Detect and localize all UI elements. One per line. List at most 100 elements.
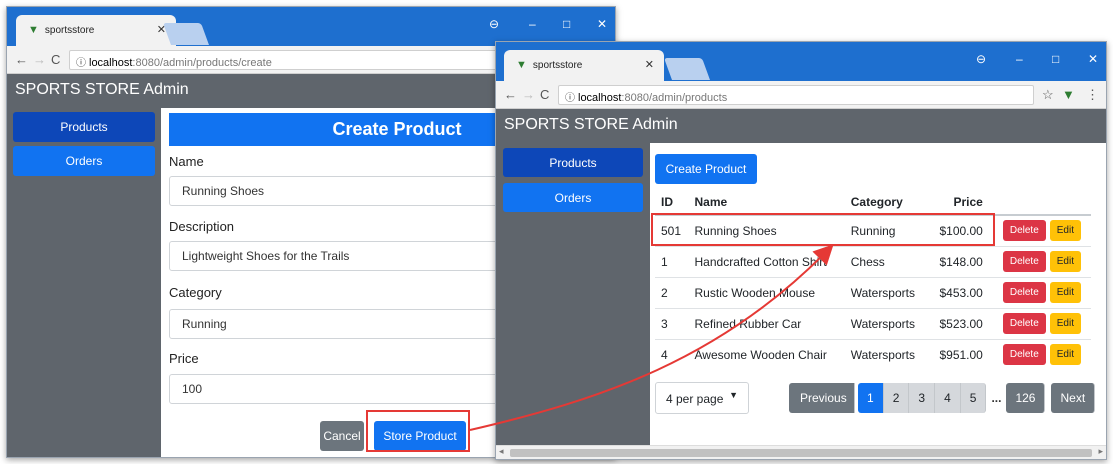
vue-logo-icon: ▼	[516, 59, 527, 71]
cell-actions: Delete Edit	[988, 338, 1091, 370]
back-icon[interactable]: ←	[504, 87, 517, 102]
url-field[interactable]: ⓘ localhost:8080/admin/products	[558, 85, 1034, 105]
tab-close-icon[interactable]: ✕	[645, 58, 654, 71]
description-label: Description	[169, 219, 235, 234]
cell-category: Watersports	[844, 276, 930, 308]
edit-button[interactable]: Edit	[1049, 344, 1081, 366]
page-button-4[interactable]: 4	[935, 383, 961, 413]
cancel-button[interactable]: Cancel	[320, 421, 364, 451]
edit-button[interactable]: Edit	[1049, 282, 1081, 303]
page-button-3[interactable]: 3	[909, 383, 936, 413]
delete-button[interactable]: Delete	[1002, 313, 1046, 334]
url-path: :8080/admin/products	[621, 92, 728, 104]
pagination-ellipsis: ...	[991, 391, 1002, 405]
delete-button[interactable]: Delete	[1002, 251, 1046, 272]
table-row: 1 Handcrafted Cotton Shirt Chess $148.00 Del…	[655, 245, 1091, 277]
page-button-5[interactable]: 5	[960, 383, 987, 413]
cell-id: 2	[655, 276, 689, 308]
table-row: 4 Awesome Wooden Chair Watersports $951.00 D…	[655, 338, 1091, 370]
new-row-highlight	[651, 213, 995, 246]
sidebar-item-label: Orders	[65, 154, 103, 168]
column-header-category: Category	[844, 189, 930, 216]
edit-button[interactable]: Edit	[1049, 313, 1081, 334]
cell-category: Watersports	[844, 307, 930, 339]
cell-actions: Delete Edit	[988, 245, 1091, 277]
delete-button[interactable]: Delete	[1002, 282, 1046, 303]
cell-id: 4	[655, 338, 689, 370]
next-page-button[interactable]: Next	[1051, 383, 1096, 413]
page-button-1[interactable]: 1	[858, 383, 884, 413]
info-icon: ⓘ	[565, 93, 575, 104]
create-product-label: Create Product	[665, 162, 747, 176]
delete-button[interactable]: Delete	[1002, 344, 1046, 366]
maximize-icon[interactable]: □	[1052, 52, 1059, 66]
sidebar-item-label: Products	[60, 120, 108, 134]
app-header: SPORTS STORE Admin	[496, 109, 1106, 143]
url-path: :8080/admin/products/create	[132, 57, 272, 69]
reload-icon[interactable]: C	[540, 87, 549, 102]
cell-name: Rustic Wooden Mouse	[688, 276, 845, 308]
column-header-price: Price	[929, 189, 989, 216]
url-host: localhost	[578, 92, 622, 104]
scroll-right-icon[interactable]: ▸	[1098, 446, 1103, 457]
page-button-2[interactable]: 2	[883, 383, 910, 413]
page-size-value: 4 per page	[666, 392, 724, 406]
minimize-icon[interactable]: –	[1016, 52, 1023, 66]
dropdown-arrow-icon: ▼	[729, 390, 738, 400]
sidebar-item-orders[interactable]: Orders	[503, 183, 643, 212]
delete-button[interactable]: Delete	[1002, 220, 1046, 242]
maximize-icon[interactable]: □	[563, 17, 570, 31]
new-tab-button[interactable]	[162, 23, 210, 45]
previous-page-button[interactable]: Previous	[789, 383, 855, 413]
sidebar-item-label: Products	[549, 156, 597, 170]
edit-button[interactable]: Edit	[1049, 251, 1081, 272]
column-header-name: Name	[688, 189, 845, 216]
sidebar-item-label: Orders	[554, 191, 592, 205]
app-body: Products Orders Create Product ID Name C…	[496, 143, 1106, 445]
bookmark-star-icon[interactable]: ☆	[1042, 87, 1054, 103]
close-window-icon[interactable]: ✕	[597, 17, 607, 31]
column-header-actions	[988, 189, 1091, 216]
new-tab-button[interactable]	[663, 58, 711, 80]
cell-actions: Delete Edit	[988, 276, 1091, 308]
vue-devtools-icon[interactable]: ▼	[1062, 87, 1075, 102]
minimize-icon[interactable]: –	[529, 17, 536, 31]
forward-icon[interactable]: →	[522, 87, 535, 102]
edit-button[interactable]: Edit	[1049, 220, 1081, 242]
browser-tab[interactable]: ▼ sportsstore ✕	[16, 15, 176, 46]
cell-price: $951.00	[929, 338, 989, 370]
cell-price: $453.00	[929, 276, 989, 308]
cell-id: 1	[655, 245, 689, 277]
app-title: SPORTS STORE Admin	[15, 81, 189, 98]
price-label: Price	[169, 351, 199, 366]
account-icon[interactable]: ⊖	[976, 52, 986, 66]
cell-price: $148.00	[929, 245, 989, 277]
cell-category: Chess	[844, 245, 930, 277]
products-panel: Create Product ID Name Category Price 50…	[650, 143, 1106, 445]
browser-tab[interactable]: ▼ sportsstore ✕	[504, 50, 664, 81]
sidebar-item-orders[interactable]: Orders	[13, 146, 155, 176]
address-bar-row: ← → C ⓘ localhost:8080/admin/products ☆ ▼…	[496, 81, 1106, 109]
cell-actions: Delete Edit	[988, 214, 1091, 246]
url-host: localhost	[89, 57, 133, 69]
close-window-icon[interactable]: ✕	[1088, 52, 1098, 66]
title-bar: ▼ sportsstore ✕ ⊖ – □ ✕	[496, 42, 1106, 81]
last-page-button[interactable]: 126	[1006, 383, 1046, 413]
forward-icon[interactable]: →	[33, 52, 46, 67]
cell-id: 3	[655, 307, 689, 339]
cell-name: Awesome Wooden Chair	[688, 338, 845, 370]
table-header-row: ID Name Category Price	[655, 189, 1091, 216]
back-icon[interactable]: ←	[15, 52, 28, 67]
horizontal-scrollbar[interactable]: ◂ ▸	[496, 445, 1106, 459]
menu-icon[interactable]: ⋮	[1086, 87, 1099, 103]
page-size-select[interactable]: 4 per page ▼	[655, 382, 749, 414]
account-icon[interactable]: ⊖	[489, 17, 499, 31]
cell-category: Watersports	[844, 338, 930, 370]
scroll-left-icon[interactable]: ◂	[499, 446, 504, 457]
reload-icon[interactable]: C	[51, 52, 60, 67]
sidebar-item-products[interactable]: Products	[503, 148, 643, 177]
sidebar-item-products[interactable]: Products	[13, 112, 155, 142]
create-product-button[interactable]: Create Product	[655, 154, 757, 184]
cell-price: $523.00	[929, 307, 989, 339]
scrollbar-thumb[interactable]	[510, 449, 1092, 457]
